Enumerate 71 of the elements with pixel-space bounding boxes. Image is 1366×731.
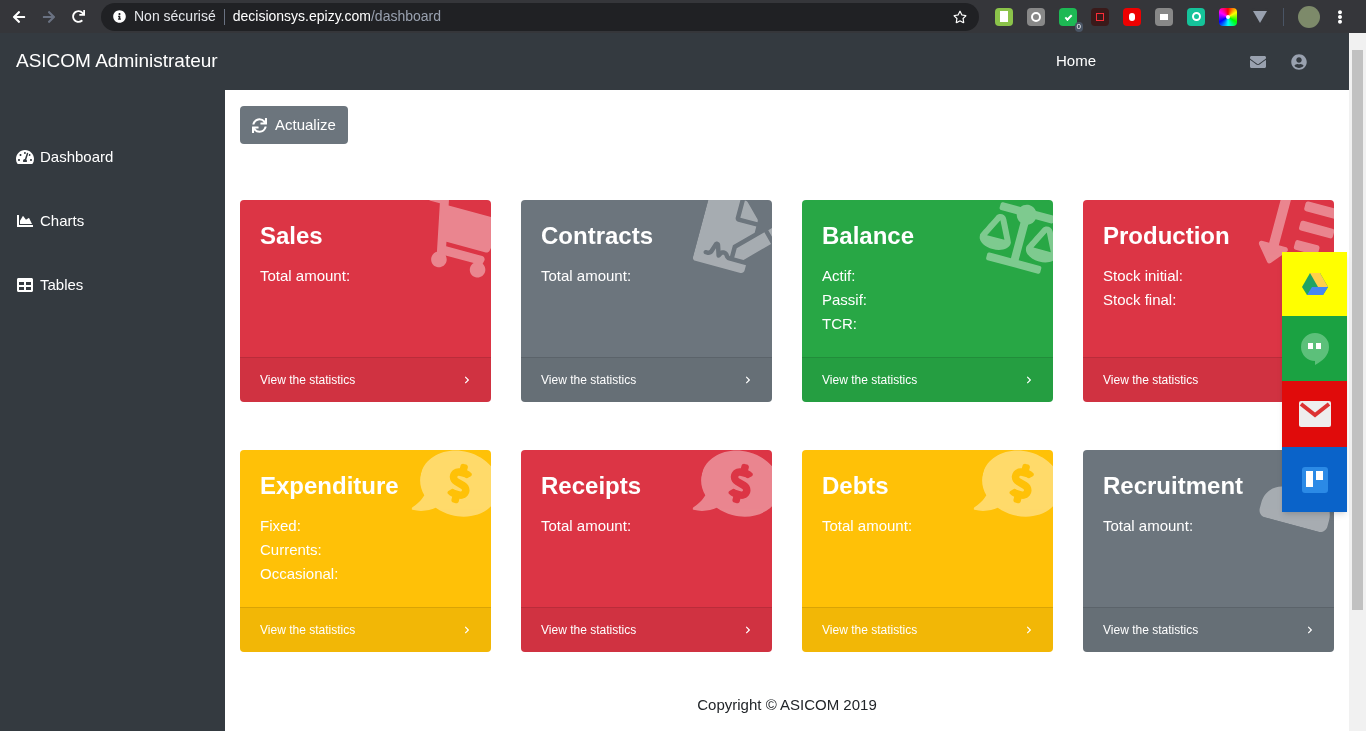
card-title: Sales xyxy=(260,221,324,251)
card-footer-link[interactable]: View the statistics xyxy=(802,357,1053,402)
card-field-label: Stock initial: xyxy=(1103,266,1185,286)
chevron-right-icon xyxy=(1025,626,1033,634)
user-icon[interactable] xyxy=(1291,53,1307,70)
card-field-label: Stock final: xyxy=(1103,290,1178,310)
chevron-right-icon xyxy=(744,376,752,384)
refresh-icon xyxy=(252,117,267,133)
card-title: Receipts xyxy=(541,471,643,501)
card-field-label: Fixed: xyxy=(260,516,302,536)
board-icon xyxy=(1301,466,1328,493)
info-icon xyxy=(113,10,126,23)
card-title: Contracts xyxy=(541,221,655,251)
table-icon xyxy=(16,277,34,293)
chevron-right-icon xyxy=(1306,626,1314,634)
nav-link[interactable]: Home xyxy=(1056,50,1096,73)
card-field-label: TCR: xyxy=(822,314,858,334)
card-field-label: Total amount: xyxy=(822,516,914,536)
url-text: decisionsys.epizy.com/dashboard xyxy=(232,7,441,26)
envelope-icon xyxy=(1298,401,1331,427)
extension-icon[interactable] xyxy=(995,7,1013,26)
back-icon[interactable] xyxy=(12,9,26,24)
sidebar-link[interactable]: Tables xyxy=(16,274,209,296)
card-title: Debts xyxy=(822,471,890,501)
card-field-label: Total amount: xyxy=(541,266,633,286)
triangle-logo-icon xyxy=(1301,273,1328,295)
quote-bubble-icon xyxy=(1300,332,1329,365)
card-title: Production xyxy=(1103,221,1231,251)
gauge-icon xyxy=(16,149,34,165)
extension-icon[interactable] xyxy=(1027,7,1045,26)
extension-icon[interactable] xyxy=(1155,7,1173,26)
card-field-label: Occasional: xyxy=(260,564,340,584)
chevron-right-icon xyxy=(1025,376,1033,384)
forward-icon[interactable] xyxy=(42,9,56,24)
gmail-shortcut[interactable] xyxy=(1282,381,1347,447)
trello-shortcut[interactable] xyxy=(1282,447,1347,512)
reload-icon[interactable] xyxy=(72,10,85,23)
card-field-label: Currents: xyxy=(260,540,323,560)
extension-icon[interactable] xyxy=(1219,7,1237,26)
brand-title: ASICOM Administrateur xyxy=(16,49,218,74)
address-bar[interactable]: Non sécurisé decisionsys.epizy.com/dashboard xyxy=(101,2,979,31)
card-footer-link[interactable]: View the statistics xyxy=(521,607,772,652)
envelope-icon[interactable] xyxy=(1250,53,1266,70)
card-field-label: Actif: xyxy=(822,266,857,286)
card-title: Expenditure xyxy=(260,471,400,501)
card-field-label: Total amount: xyxy=(1103,516,1195,536)
card-footer-link[interactable]: View the statistics xyxy=(240,357,491,402)
drive-shortcut[interactable] xyxy=(1282,252,1347,316)
security-label: Non sécurisé xyxy=(134,7,216,26)
profile-avatar[interactable] xyxy=(1298,5,1320,28)
extension-icon[interactable] xyxy=(1123,7,1141,26)
sidebar-link[interactable]: Charts xyxy=(16,210,209,232)
sidebar-link[interactable]: Dashboard xyxy=(16,146,209,168)
bookmark-star-icon[interactable] xyxy=(953,9,967,24)
card-footer-link[interactable]: View the statistics xyxy=(521,357,772,402)
card-field-label: Total amount: xyxy=(260,266,352,286)
extension-icon[interactable] xyxy=(1187,7,1205,26)
area-chart-icon xyxy=(16,213,34,229)
extension-badge: 0 xyxy=(1074,21,1083,32)
footer-text: Copyright © ASICOM 2019 xyxy=(696,695,878,715)
card-field-label: Total amount: xyxy=(541,516,633,536)
chevron-right-icon xyxy=(463,376,471,384)
card-title: Balance xyxy=(822,221,916,251)
chevron-right-icon xyxy=(463,626,471,634)
extension-icon[interactable] xyxy=(1059,7,1077,26)
actualize-button[interactable]: Actualize xyxy=(240,106,348,144)
card-field-label: Passif: xyxy=(822,290,868,310)
scrollbar-thumb[interactable] xyxy=(1352,50,1363,610)
card-footer-link[interactable]: View the statistics xyxy=(1083,607,1334,652)
chevron-right-icon xyxy=(744,626,752,634)
card-title: Recruitment xyxy=(1103,471,1245,501)
